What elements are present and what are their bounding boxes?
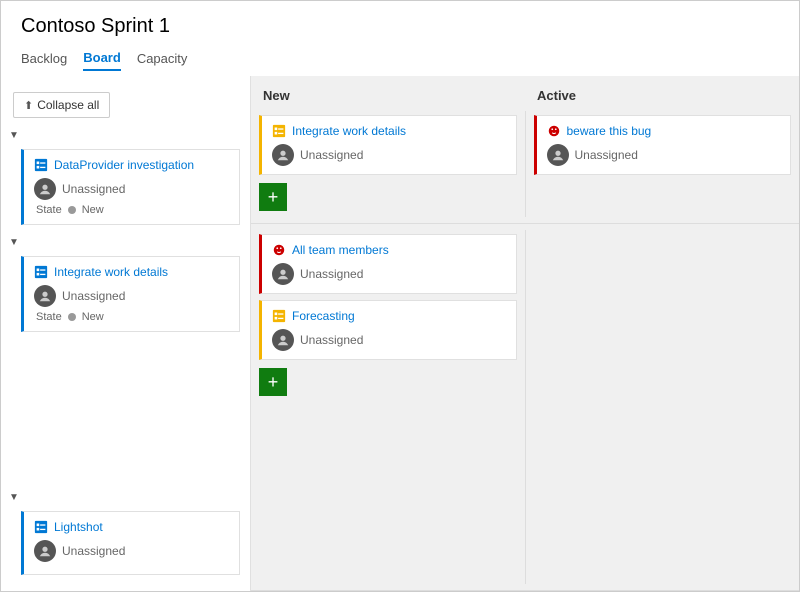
sprint-arrow-icon: ▼ [9, 130, 19, 141]
collapse-all-button[interactable]: ⬆ Collapse all [13, 92, 110, 118]
task-icon-2 [34, 265, 48, 279]
card-assignee-row-allteam: Unassigned [272, 263, 506, 285]
collapse-arrow-icon: ⬆ [24, 99, 33, 112]
sprint-group-header-2[interactable]: ▼ [1, 233, 250, 252]
assignee-label: Unassigned [62, 182, 125, 196]
assignee-row: Unassigned [34, 178, 229, 200]
item-title-text-3: Lightshot [54, 520, 103, 534]
item-title-row: DataProvider investigation [34, 158, 229, 172]
board-col-new-2: All team members Unassigned [251, 230, 525, 584]
tab-board[interactable]: Board [83, 50, 121, 71]
sprint-group-header-1[interactable]: ▼ [1, 126, 250, 145]
card-avatar-bug [547, 144, 569, 166]
board-col-new-1: Integrate work details Unassigned + [251, 111, 525, 217]
board-card-bug[interactable]: beware this bug Unassigned [534, 115, 792, 175]
card-avatar-allteam [272, 263, 294, 285]
board-area: New Active [251, 76, 799, 591]
sprint-group-3: ▼ Lightshot [1, 488, 250, 579]
task-icon-3 [34, 520, 48, 534]
item-title-text: DataProvider investigation [54, 158, 194, 172]
card-title-row-1: Integrate work details [272, 124, 506, 138]
board-bug-icon-1 [547, 124, 561, 138]
left-work-item-3[interactable]: Lightshot Unassigned [21, 511, 240, 575]
main-content: ⬆ Collapse all ▼ [1, 76, 799, 591]
board-card-allteam[interactable]: All team members Unassigned [259, 234, 517, 294]
board-card-title-forecasting: Forecasting [292, 309, 355, 323]
board-task-icon-forecasting [272, 309, 286, 323]
col-header-active: Active [525, 84, 799, 107]
sprint-arrow-3-icon: ▼ [9, 492, 19, 503]
sprint-group-header-3[interactable]: ▼ [1, 488, 250, 507]
left-panel: ⬆ Collapse all ▼ [1, 76, 251, 591]
state-dot [68, 206, 76, 214]
card-title-row-forecasting: Forecasting [272, 309, 506, 323]
add-item-btn-2[interactable]: + [259, 368, 287, 396]
avatar-3 [34, 540, 56, 562]
card-assignee-row-forecasting: Unassigned [272, 329, 506, 351]
board-card-title-1: Integrate work details [292, 124, 406, 138]
card-assignee-1: Unassigned [300, 148, 363, 162]
left-work-item-2[interactable]: Integrate work details Unassigned State … [21, 256, 240, 332]
avatar-2 [34, 285, 56, 307]
board-card-title-bug: beware this bug [567, 124, 652, 138]
card-assignee-allteam: Unassigned [300, 267, 363, 281]
card-avatar-forecasting [272, 329, 294, 351]
board-row-2: All team members Unassigned [251, 224, 799, 591]
assignee-row-3: Unassigned [34, 540, 229, 562]
card-assignee-row-bug: Unassigned [547, 144, 781, 166]
item-title-row-3: Lightshot [34, 520, 229, 534]
state-row: State New [34, 204, 229, 216]
board-col-active-1: beware this bug Unassigned [525, 111, 800, 217]
sprint-group-1: ▼ DataProvider investigation [1, 126, 250, 229]
state-row-2: State New [34, 311, 229, 323]
tab-capacity[interactable]: Capacity [137, 51, 188, 70]
page-wrapper: Contoso Sprint 1 Backlog Board Capacity … [0, 0, 800, 592]
assignee-label-3: Unassigned [62, 544, 125, 558]
item-title-row-2: Integrate work details [34, 265, 229, 279]
board-bug-icon-2 [272, 243, 286, 257]
task-icon [34, 158, 48, 172]
item-title-text-2: Integrate work details [54, 265, 168, 279]
page-title: Contoso Sprint 1 [1, 1, 799, 44]
avatar [34, 178, 56, 200]
card-assignee-row-1: Unassigned [272, 144, 506, 166]
state-dot-2 [68, 313, 76, 321]
col-header-new: New [251, 84, 525, 107]
sprint-arrow-2-icon: ▼ [9, 237, 19, 248]
card-avatar-1 [272, 144, 294, 166]
board-col-active-2 [525, 230, 800, 584]
card-assignee-bug: Unassigned [575, 148, 638, 162]
board-task-icon-1 [272, 124, 286, 138]
board-columns-header: New Active [251, 76, 799, 111]
card-title-row-bug: beware this bug [547, 124, 781, 138]
card-title-row-allteam: All team members [272, 243, 506, 257]
assignee-label-2: Unassigned [62, 289, 125, 303]
assignee-row-2: Unassigned [34, 285, 229, 307]
state-value: New [82, 204, 104, 216]
card-assignee-forecasting: Unassigned [300, 333, 363, 347]
board-card-forecasting[interactable]: Forecasting Unassigned [259, 300, 517, 360]
left-work-item-1[interactable]: DataProvider investigation Unassigned St… [21, 149, 240, 225]
board-row-1: Integrate work details Unassigned + [251, 111, 799, 224]
board-card-title-allteam: All team members [292, 243, 389, 257]
add-item-btn-1[interactable]: + [259, 183, 287, 211]
tab-backlog[interactable]: Backlog [21, 51, 67, 70]
state-value-2: New [82, 311, 104, 323]
nav-tabs: Backlog Board Capacity [1, 44, 799, 76]
sprint-group-2: ▼ Integrate work details [1, 233, 250, 336]
board-card-integrate[interactable]: Integrate work details Unassigned [259, 115, 517, 175]
